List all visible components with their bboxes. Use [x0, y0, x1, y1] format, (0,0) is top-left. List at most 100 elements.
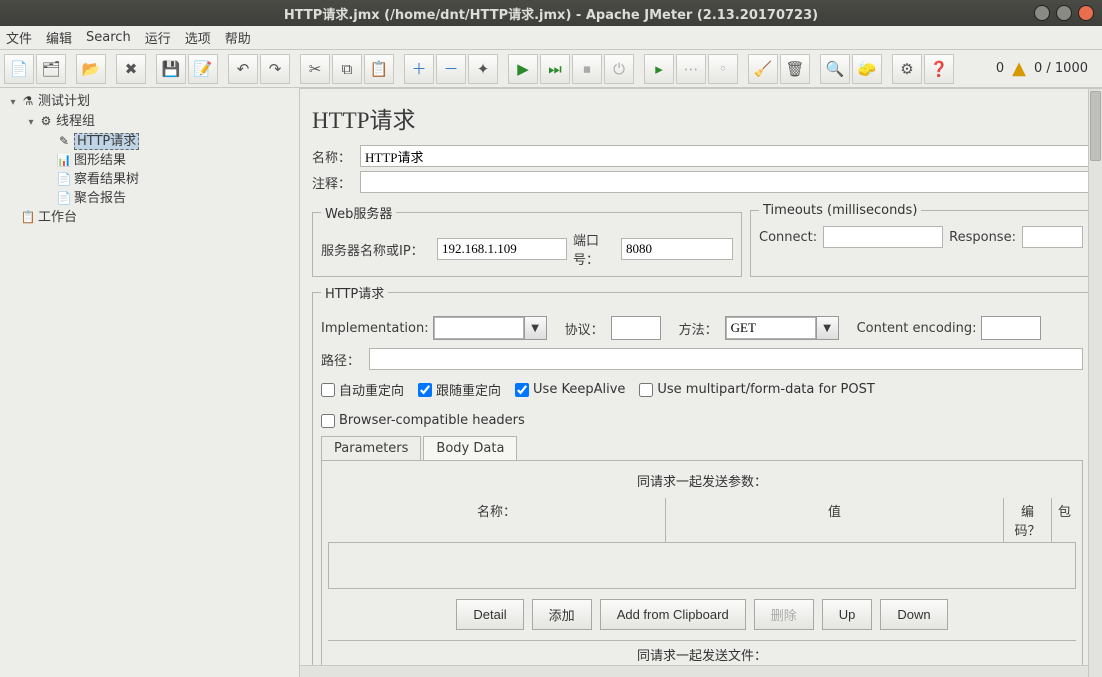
- new-icon[interactable]: 📄: [4, 54, 34, 84]
- tree-workbench[interactable]: 工作台: [38, 210, 77, 225]
- panel-heading: HTTP请求: [312, 101, 1092, 135]
- page-icon: 📄: [56, 170, 72, 189]
- menu-edit[interactable]: 编辑: [46, 28, 72, 47]
- window-title: HTTP请求.jmx (/home/dnt/HTTP请求.jmx) - Apac…: [8, 4, 1094, 23]
- impl-combo[interactable]: ▼: [433, 316, 547, 340]
- help-icon[interactable]: ❓: [924, 54, 954, 84]
- delete-button[interactable]: 删除: [754, 599, 814, 630]
- down-button[interactable]: Down: [880, 599, 947, 630]
- response-input[interactable]: [1022, 226, 1083, 248]
- content-panel: HTTP请求 名称： 注释： Web服务器 服务器名称或IP： 端口号： Tim…: [300, 88, 1102, 677]
- tree-panel: ▾⚗测试计划 ▾⚙线程组 ✎HTTP请求 📊图形结果 📄察看结果树 📄聚合报告 …: [0, 88, 300, 677]
- menu-file[interactable]: 文件: [6, 28, 32, 47]
- titlebar: HTTP请求.jmx (/home/dnt/HTTP请求.jmx) - Apac…: [0, 0, 1102, 26]
- tree-thread-group[interactable]: 线程组: [56, 114, 95, 129]
- ck-browser[interactable]: Browser-compatible headers: [321, 413, 525, 428]
- up-button[interactable]: Up: [822, 599, 873, 630]
- thread-count: 0 / 1000: [1034, 61, 1088, 76]
- connect-input[interactable]: [823, 226, 943, 248]
- detail-button[interactable]: Detail: [456, 599, 523, 630]
- flask-icon: ⚗: [20, 92, 36, 111]
- ck-multi[interactable]: Use multipart/form-data for POST: [639, 382, 874, 397]
- proto-input[interactable]: [611, 316, 661, 340]
- maximize-icon[interactable]: [1056, 5, 1072, 21]
- save-as-icon[interactable]: 📝: [188, 54, 218, 84]
- chevron-down-icon: ▼: [524, 317, 546, 339]
- comment-label: 注释：: [312, 173, 354, 192]
- enc-label: Content encoding:: [857, 321, 977, 336]
- col-enc: 编码？: [1004, 498, 1052, 542]
- enc-input[interactable]: [981, 316, 1041, 340]
- start-notimers-icon[interactable]: ⏭: [540, 54, 570, 84]
- comment-input[interactable]: [360, 171, 1092, 193]
- port-label: 端口号：: [573, 230, 615, 268]
- httpreq-legend: HTTP请求: [321, 283, 388, 302]
- remote-stop-icon[interactable]: ◦: [708, 54, 738, 84]
- active-threads-count: 0: [996, 61, 1004, 76]
- cut-icon[interactable]: ✂: [300, 54, 330, 84]
- template-icon[interactable]: 🗂: [36, 54, 66, 84]
- clipboard-icon: 📋: [20, 208, 36, 227]
- stop-icon[interactable]: ⏹: [572, 54, 602, 84]
- menubar: 文件 编辑 Search 运行 选项 帮助: [0, 26, 1102, 50]
- method-combo[interactable]: ▼: [725, 316, 839, 340]
- copy-icon[interactable]: ⧉: [332, 54, 362, 84]
- menu-search[interactable]: Search: [86, 30, 131, 45]
- tree-aggregate[interactable]: 聚合报告: [74, 191, 126, 206]
- shutdown-icon[interactable]: ⏻: [604, 54, 634, 84]
- name-input[interactable]: [360, 145, 1092, 167]
- files-heading: 同请求一起发送文件：: [328, 640, 1076, 668]
- proto-label: 协议：: [565, 319, 607, 338]
- menu-help[interactable]: 帮助: [225, 28, 251, 47]
- server-input[interactable]: [437, 238, 567, 260]
- params-heading: 同请求一起发送参数：: [328, 467, 1076, 494]
- horizontal-scrollbar[interactable]: [300, 665, 1088, 677]
- tree-test-plan[interactable]: 测试计划: [38, 94, 90, 109]
- port-input[interactable]: [621, 238, 733, 260]
- chevron-down-icon: ▼: [816, 317, 838, 339]
- tab-body-data[interactable]: Body Data: [423, 436, 517, 460]
- function-helper-icon[interactable]: ⚙: [892, 54, 922, 84]
- path-input[interactable]: [369, 348, 1083, 370]
- close-file-icon[interactable]: ✖: [116, 54, 146, 84]
- gear-icon: ⚙: [38, 112, 54, 131]
- clear-all-icon[interactable]: 🗑: [780, 54, 810, 84]
- menu-options[interactable]: 选项: [185, 28, 211, 47]
- close-icon[interactable]: [1078, 5, 1094, 21]
- add-button[interactable]: 添加: [532, 599, 592, 630]
- toggle-icon[interactable]: ✦: [468, 54, 498, 84]
- chart-icon: 📊: [56, 151, 72, 170]
- search-icon[interactable]: 🔍: [820, 54, 850, 84]
- warning-icon[interactable]: ▲: [1012, 58, 1026, 79]
- remote-start-icon[interactable]: ▸: [644, 54, 674, 84]
- menu-run[interactable]: 运行: [145, 28, 171, 47]
- ck-keep[interactable]: Use KeepAlive: [515, 382, 625, 397]
- open-icon[interactable]: 📂: [76, 54, 106, 84]
- col-inc: 包: [1052, 498, 1076, 542]
- tree-graph-results[interactable]: 图形结果: [74, 153, 126, 168]
- add-clipboard-button[interactable]: Add from Clipboard: [600, 599, 746, 630]
- name-label: 名称：: [312, 147, 354, 166]
- start-icon[interactable]: ▶: [508, 54, 538, 84]
- reset-search-icon[interactable]: 🧽: [852, 54, 882, 84]
- vertical-scrollbar[interactable]: [1088, 89, 1102, 677]
- timeouts-legend: Timeouts (milliseconds): [759, 203, 921, 218]
- minimize-icon[interactable]: [1034, 5, 1050, 21]
- clear-icon[interactable]: 🧹: [748, 54, 778, 84]
- tab-parameters[interactable]: Parameters: [321, 436, 421, 460]
- ck-auto[interactable]: 自动重定向: [321, 380, 404, 399]
- tree-view-results[interactable]: 察看结果树: [74, 172, 139, 187]
- page-icon: 📄: [56, 189, 72, 208]
- expand-icon[interactable]: ＋: [404, 54, 434, 84]
- col-value: 值: [666, 498, 1004, 542]
- undo-icon[interactable]: ↶: [228, 54, 258, 84]
- tree-http-request[interactable]: HTTP请求: [74, 133, 139, 150]
- remote-start-all-icon[interactable]: ⋯: [676, 54, 706, 84]
- collapse-icon[interactable]: －: [436, 54, 466, 84]
- params-table[interactable]: [328, 543, 1076, 589]
- paste-icon[interactable]: 📋: [364, 54, 394, 84]
- redo-icon[interactable]: ↷: [260, 54, 290, 84]
- ck-follow[interactable]: 跟随重定向: [418, 380, 501, 399]
- save-icon[interactable]: 💾: [156, 54, 186, 84]
- method-label: 方法：: [679, 319, 721, 338]
